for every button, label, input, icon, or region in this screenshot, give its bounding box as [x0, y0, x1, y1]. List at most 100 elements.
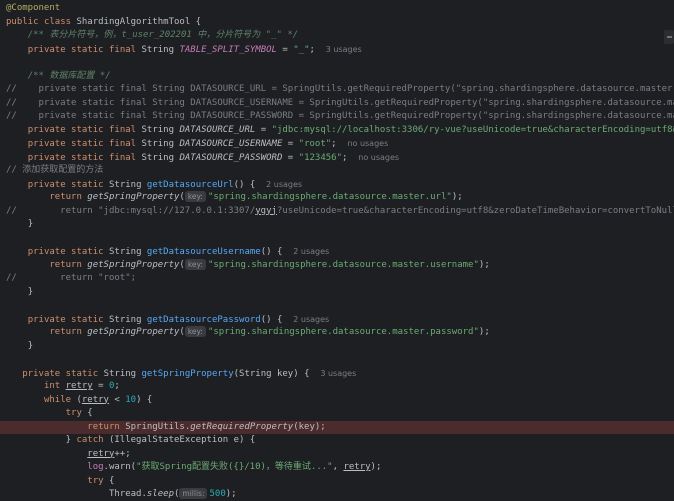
code-line[interactable]: return SpringUtils.getRequiredProperty(k… [0, 420, 674, 434]
code-token: String [141, 44, 180, 55]
usages-hint[interactable]: no usages [347, 139, 388, 148]
code-line[interactable]: private static final String TABLE_SPLIT_… [0, 43, 674, 56]
code-line[interactable]: log.warn("获取Spring配置失败({}/10)，等待重试...", … [0, 461, 674, 474]
code-line[interactable]: // return "root"; [0, 272, 674, 285]
code-token: "root" [298, 139, 332, 149]
code-token: { [195, 16, 202, 27]
code-line[interactable]: // private static final String DATASOURC… [0, 97, 674, 110]
code-token: { [87, 408, 93, 418]
code-token: retry [87, 448, 115, 459]
code-line[interactable] [0, 56, 674, 69]
code-line[interactable]: private static final String DATASOURCE_U… [0, 137, 674, 150]
usages-hint[interactable]: 3 usages [326, 45, 362, 54]
code-line[interactable]: @Component [0, 2, 674, 15]
code-token: ++; [114, 448, 131, 459]
code-token: final [108, 124, 142, 135]
code-token: static [71, 152, 109, 163]
code-line[interactable]: private static String getSpringProperty(… [0, 367, 674, 380]
code-token: ); [478, 259, 490, 270]
code-token: "获取Spring配置失败({}/10)，等待重试..." [136, 462, 333, 472]
code-token: private [27, 124, 72, 135]
code-token: getSpringProperty [87, 259, 180, 270]
code-token: { [108, 475, 115, 486]
code-line[interactable]: Thread.sleep(millis: 500); [0, 488, 674, 501]
code-line[interactable]: } [0, 286, 674, 299]
code-token: = [276, 44, 294, 55]
code-token: "spring.shardingsphere.datasource.master… [207, 327, 479, 337]
code-line[interactable]: private static String getDatasourceUsern… [0, 245, 674, 258]
code-token: getDatasourceUrl [146, 179, 234, 190]
code-line[interactable]: // return "jdbc:mysql://127.0.0.1:3307/y… [0, 205, 674, 218]
code-line[interactable]: return getSpringProperty(key: "spring.sha… [0, 326, 674, 339]
code-line[interactable]: private static final String DATASOURCE_U… [0, 124, 674, 137]
code-token: () { [260, 314, 294, 325]
code-token: getDatasourcePassword [146, 314, 261, 325]
code-line[interactable]: } [0, 218, 674, 231]
code-line[interactable]: try { [0, 475, 674, 488]
code-token: int [43, 381, 66, 391]
code-token: 500 [209, 489, 226, 499]
usages-hint[interactable]: 2 usages [293, 247, 329, 256]
code-line[interactable]: public class ShardingAlgorithmTool { [0, 16, 674, 29]
code-line[interactable]: retry++; [0, 448, 674, 461]
code-token: = [255, 124, 272, 135]
usages-hint[interactable]: no usages [358, 153, 399, 162]
code-token: try [87, 475, 109, 486]
editor-scroll-marker[interactable] [664, 30, 674, 44]
code-token: retry [343, 462, 371, 472]
code-line[interactable]: // 添加获取配置的方法 [0, 164, 674, 177]
code-token: getSpringProperty [87, 192, 180, 202]
code-token: "spring.shardingsphere.datasource.master… [207, 259, 479, 270]
usages-hint[interactable]: 2 usages [266, 180, 302, 189]
usages-hint[interactable]: 3 usages [320, 369, 356, 378]
code-line[interactable]: private static String getDatasourceUrl()… [0, 178, 674, 191]
parameter-hint: key: [184, 191, 206, 202]
code-token: ); [451, 192, 463, 202]
code-line[interactable]: // private static final String DATASOURC… [0, 83, 674, 96]
code-line[interactable]: try { [0, 407, 674, 420]
code-token: ; [331, 139, 348, 149]
code-token: (String key) { [233, 368, 321, 379]
code-token: "_" [293, 44, 310, 55]
code-editor[interactable]: @Component public class ShardingAlgorithm… [0, 0, 674, 500]
code-line[interactable] [0, 353, 674, 366]
code-token: ; [114, 381, 120, 391]
code-line[interactable]: private static final String DATASOURCE_P… [0, 151, 674, 164]
code-line[interactable]: } [0, 340, 674, 353]
code-line[interactable]: return getSpringProperty(key: "spring.sha… [0, 191, 674, 204]
code-token: private [27, 247, 72, 257]
parameter-hint: key: [184, 258, 206, 270]
code-line[interactable]: private static String getDatasourcePassw… [0, 313, 674, 326]
code-token: String [141, 124, 180, 135]
code-token: (key); [293, 421, 326, 432]
code-line[interactable] [0, 299, 674, 312]
code-line[interactable]: // private static final String DATASOURC… [0, 110, 674, 123]
code-line[interactable]: while (retry < 10) { [0, 394, 674, 407]
code-line[interactable]: return getSpringProperty(key: "spring.sha… [0, 258, 674, 272]
code-line[interactable] [0, 232, 674, 245]
code-line[interactable]: int retry = 0; [0, 380, 674, 393]
code-token: final [108, 152, 142, 163]
code-line[interactable]: /** 表分片符号，例，t_user_202201 中，分片符号为 "_" */ [0, 29, 674, 42]
code-token: Thread. [108, 489, 147, 499]
code-token: retry [65, 381, 93, 391]
usages-hint[interactable]: 2 usages [293, 315, 329, 324]
code-token: @Component [6, 3, 61, 13]
code-line[interactable]: } catch (IllegalStateException e) { [0, 434, 674, 447]
code-token: ShardingAlgorithmTool [76, 16, 196, 27]
code-line[interactable]: /** 数据库配置 */ [0, 70, 674, 83]
code-token: return [49, 259, 88, 270]
code-comment: // private static final String DATASOURC… [6, 111, 674, 121]
